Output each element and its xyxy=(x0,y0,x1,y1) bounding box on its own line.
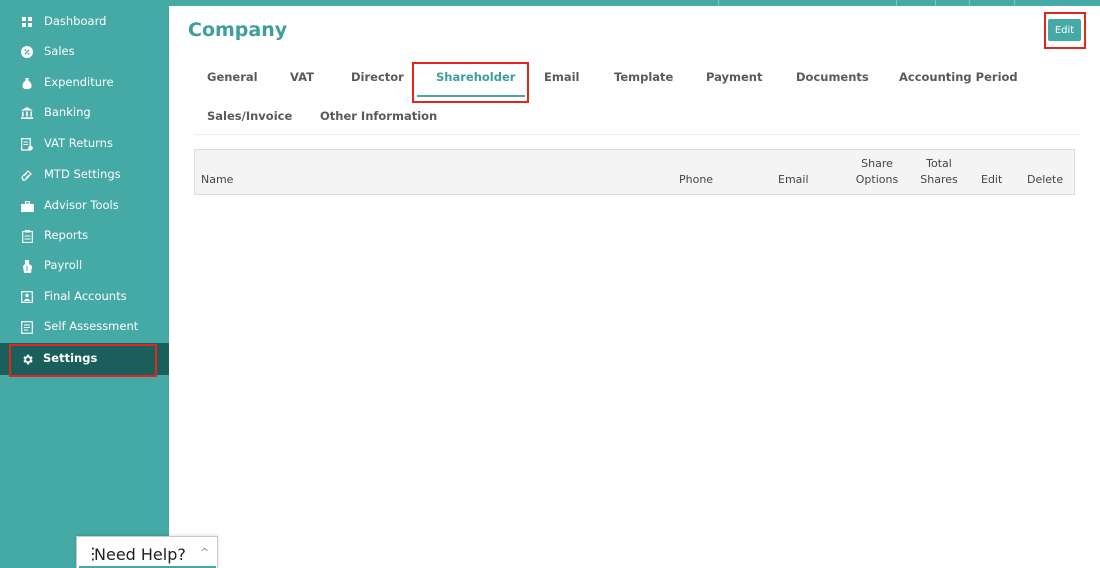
money-bag-icon xyxy=(20,76,34,90)
tab-other-information[interactable]: Other Information xyxy=(320,109,437,123)
tab-template[interactable]: Template xyxy=(614,70,673,84)
sidebar-item-label: Reports xyxy=(44,228,89,242)
active-tab-indicator xyxy=(417,95,525,97)
sidebar-item-advisor-tools[interactable]: Advisor Tools xyxy=(0,192,169,220)
shareholder-table-header: Name Phone Email Share Options Total Sha… xyxy=(194,149,1075,195)
final-accounts-icon xyxy=(20,290,34,304)
reports-icon xyxy=(20,229,34,243)
sidebar-item-settings[interactable]: Settings xyxy=(0,343,169,375)
sidebar-item-vat-returns[interactable]: VAT Returns xyxy=(0,130,169,158)
sidebar-item-expenditure[interactable]: Expenditure xyxy=(0,69,169,97)
tab-payment[interactable]: Payment xyxy=(706,70,763,84)
column-header-total-shares-line2: Shares xyxy=(920,173,958,186)
sidebar-item-label: Settings xyxy=(43,351,98,365)
sidebar-item-payroll[interactable]: Payroll xyxy=(0,252,169,280)
column-header-phone[interactable]: Phone xyxy=(679,172,713,188)
column-header-name[interactable]: Name xyxy=(201,172,233,188)
vat-icon xyxy=(20,137,34,151)
sidebar-item-label: Expenditure xyxy=(44,75,114,89)
briefcase-icon xyxy=(20,199,34,213)
top-bar-divider xyxy=(935,0,936,6)
top-bar-divider xyxy=(896,0,897,6)
sidebar-item-label: Banking xyxy=(44,105,91,119)
sales-icon xyxy=(20,45,34,59)
sidebar-item-self-assessment[interactable]: Self Assessment xyxy=(0,313,169,341)
tab-general[interactable]: General xyxy=(207,70,258,84)
gear-icon xyxy=(20,352,34,366)
self-assessment-icon xyxy=(20,320,34,334)
sidebar-item-final-accounts[interactable]: Final Accounts xyxy=(0,283,169,311)
sidebar-item-label: VAT Returns xyxy=(44,136,113,150)
sidebar: Dashboard Sales Expenditure Banking VAT … xyxy=(0,0,169,568)
payroll-icon xyxy=(20,259,34,273)
tab-sales-invoice[interactable]: Sales/Invoice xyxy=(207,109,292,123)
bank-icon xyxy=(20,106,34,120)
need-help-label: Need Help? xyxy=(94,545,186,564)
column-header-email[interactable]: Email xyxy=(778,172,809,188)
edit-button[interactable]: Edit xyxy=(1048,19,1081,41)
sidebar-item-label: Final Accounts xyxy=(44,289,127,303)
top-bar-divider xyxy=(1014,0,1015,6)
column-header-share-options-line1: Share xyxy=(861,157,893,170)
top-bar-divider xyxy=(718,0,719,6)
sidebar-item-mtd-settings[interactable]: MTD Settings xyxy=(0,161,169,189)
tab-director[interactable]: Director xyxy=(351,70,404,84)
chevron-up-icon[interactable]: ^ xyxy=(200,546,209,559)
sidebar-item-banking[interactable]: Banking xyxy=(0,99,169,127)
top-bar-divider xyxy=(969,0,970,6)
tab-vat[interactable]: VAT xyxy=(290,70,314,84)
column-header-delete: Delete xyxy=(1027,173,1064,186)
page-title: Company xyxy=(188,19,288,41)
tab-documents[interactable]: Documents xyxy=(796,70,869,84)
column-header-share-options[interactable]: Share Options xyxy=(853,156,901,188)
column-header-total-shares[interactable]: Total Shares xyxy=(917,156,961,188)
sidebar-item-reports[interactable]: Reports xyxy=(0,222,169,250)
sidebar-item-label: Payroll xyxy=(44,258,83,272)
sidebar-item-label: Sales xyxy=(44,44,75,58)
column-header-share-options-line2: Options xyxy=(855,173,899,186)
sidebar-item-dashboard[interactable]: Dashboard xyxy=(0,8,169,36)
column-header-total-shares-line1: Total xyxy=(926,157,952,170)
sidebar-item-label: MTD Settings xyxy=(44,167,121,181)
tabs-divider xyxy=(194,134,1079,135)
tab-accounting-period[interactable]: Accounting Period xyxy=(899,70,1018,84)
dashboard-icon xyxy=(20,15,34,29)
column-header-edit: Edit xyxy=(981,173,1003,186)
need-help-widget[interactable]: ⋮ Need Help? ^ xyxy=(76,536,218,568)
sidebar-item-label: Advisor Tools xyxy=(44,198,119,212)
app-root: Dashboard Sales Expenditure Banking VAT … xyxy=(0,0,1100,568)
sidebar-item-label: Self Assessment xyxy=(44,319,139,333)
tab-shareholder[interactable]: Shareholder xyxy=(436,70,515,84)
mtd-icon xyxy=(20,168,34,182)
top-bar xyxy=(169,0,1100,6)
sidebar-item-label: Dashboard xyxy=(44,14,107,28)
tab-email[interactable]: Email xyxy=(544,70,579,84)
sidebar-item-sales[interactable]: Sales xyxy=(0,38,169,66)
